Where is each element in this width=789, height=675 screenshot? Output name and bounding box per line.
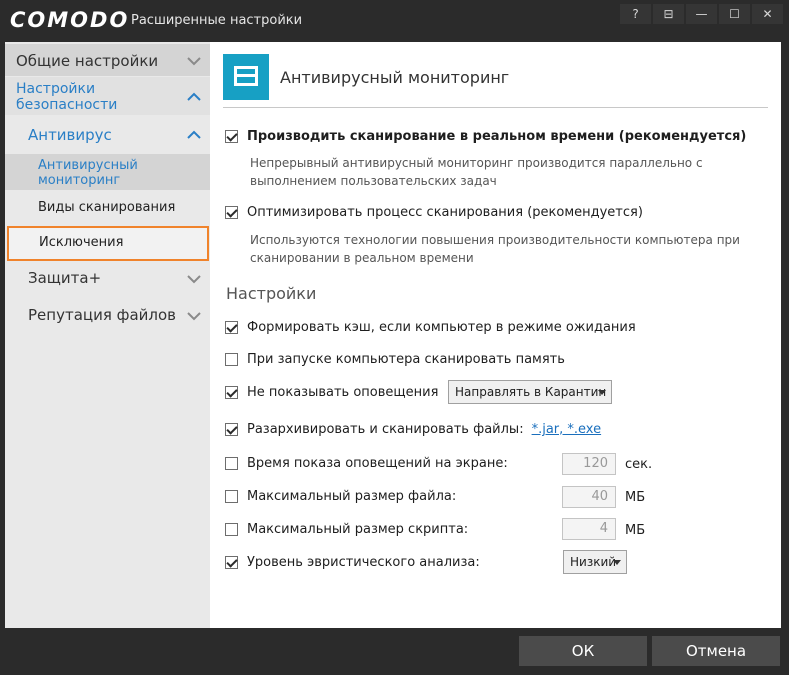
max-script-label: Максимальный размер скрипта: xyxy=(247,522,469,537)
unpack-checkbox[interactable] xyxy=(225,423,238,436)
main-panel: Антивирусный мониторинг Производить скан… xyxy=(210,42,781,628)
sidebar: Общие настройки Настройки безопасности А… xyxy=(5,42,210,628)
scan-memory-label: При запуске компьютера сканировать памят… xyxy=(247,352,565,367)
chevron-down-icon xyxy=(187,57,201,66)
dropdown-arrow-icon xyxy=(613,560,621,565)
sidebar-item-label: Общие настройки xyxy=(16,52,159,70)
alert-time-label: Время показа оповещений на экране: xyxy=(247,456,508,471)
realtime-scan-option[interactable]: Производить сканирование в реальном врем… xyxy=(225,129,746,144)
no-alerts-checkbox[interactable] xyxy=(225,386,238,399)
heuristics-label: Уровень эвристического анализа: xyxy=(247,555,480,570)
close-icon[interactable]: ✕ xyxy=(752,4,783,24)
alert-action-value: Направлять в Карантин xyxy=(455,385,607,399)
chevron-down-icon xyxy=(187,275,201,284)
help-icon[interactable]: ? xyxy=(620,4,651,24)
settings-window: Общие настройки Настройки безопасности А… xyxy=(5,42,781,628)
settings-section-title: Настройки xyxy=(226,284,317,303)
alert-time-unit: сек. xyxy=(625,457,653,472)
sidebar-item-label: Репутация файлов xyxy=(28,306,177,324)
alert-action-dropdown[interactable]: Направлять в Карантин xyxy=(448,380,612,404)
title-bar: COMODO Расширенные настройки ? ⊟ — ☐ ✕ xyxy=(0,0,789,42)
divider xyxy=(223,107,768,108)
max-file-checkbox[interactable] xyxy=(225,490,238,503)
sidebar-item-antivirus[interactable]: Антивирус xyxy=(5,119,210,149)
cancel-button[interactable]: Отмена xyxy=(652,636,780,666)
minimize-to-tray-icon[interactable]: ⊟ xyxy=(653,4,684,24)
sidebar-item-label: Защита+ xyxy=(28,269,102,287)
heuristics-checkbox[interactable] xyxy=(225,556,238,569)
max-script-option[interactable]: Максимальный размер скрипта: xyxy=(225,522,468,537)
optimize-scan-label: Оптимизировать процесс сканирования (рек… xyxy=(247,205,643,220)
sidebar-item-label: Антивирус xyxy=(28,126,112,144)
max-file-label: Максимальный размер файла: xyxy=(247,489,457,504)
scan-memory-option[interactable]: При запуске компьютера сканировать памят… xyxy=(225,352,565,367)
minimize-icon[interactable]: — xyxy=(686,4,717,24)
maximize-icon[interactable]: ☐ xyxy=(719,4,750,24)
window-title: Расширенные настройки xyxy=(131,13,303,28)
sidebar-item-protection[interactable]: Защита+ xyxy=(5,266,210,292)
alert-time-checkbox[interactable] xyxy=(225,457,238,470)
realtime-scan-description: Непрерывный антивирусный мониторинг прои… xyxy=(250,156,703,188)
optimize-scan-description: Используются технологии повышения произв… xyxy=(250,233,740,265)
sidebar-item-file-reputation[interactable]: Репутация файлов xyxy=(5,303,210,329)
no-alerts-label: Не показывать оповещения xyxy=(247,385,439,400)
max-script-unit: МБ xyxy=(625,523,646,538)
alert-time-option[interactable]: Время показа оповещений на экране: xyxy=(225,456,508,471)
optimize-scan-option[interactable]: Оптимизировать процесс сканирования (рек… xyxy=(225,205,643,220)
chevron-up-icon xyxy=(187,92,201,101)
unpack-extensions-link[interactable]: *.jar, *.exe xyxy=(532,422,602,437)
chevron-down-icon xyxy=(187,312,201,321)
footer: ОК Отмена xyxy=(0,628,789,675)
max-file-input[interactable]: 40 xyxy=(562,486,616,508)
max-file-unit: МБ xyxy=(625,490,646,505)
scan-memory-checkbox[interactable] xyxy=(225,353,238,366)
monitor-icon xyxy=(223,54,269,100)
optimize-scan-checkbox[interactable] xyxy=(225,206,238,219)
max-script-checkbox[interactable] xyxy=(225,523,238,536)
sidebar-item-general[interactable]: Общие настройки xyxy=(5,44,210,76)
sidebar-item-label: Настройки безопасности xyxy=(16,81,118,113)
sidebar-item-label: Виды сканирования xyxy=(38,200,176,215)
page-title: Антивирусный мониторинг xyxy=(280,68,510,87)
sidebar-item-exclusions[interactable]: Исключения xyxy=(7,226,209,261)
sidebar-item-label: Антивирусный мониторинг xyxy=(38,158,138,188)
alert-time-input[interactable]: 120 xyxy=(562,453,616,475)
dropdown-arrow-icon xyxy=(598,390,606,395)
no-alerts-option[interactable]: Не показывать оповещения xyxy=(225,385,438,400)
sidebar-item-av-monitoring[interactable]: Антивирусный мониторинг xyxy=(5,154,210,190)
comodo-logo: COMODO xyxy=(10,8,130,32)
sidebar-item-label: Исключения xyxy=(39,235,124,250)
cache-checkbox[interactable] xyxy=(225,321,238,334)
realtime-scan-checkbox[interactable] xyxy=(225,130,238,143)
ok-button[interactable]: ОК xyxy=(519,636,647,666)
chevron-up-icon xyxy=(187,130,201,139)
max-file-option[interactable]: Максимальный размер файла: xyxy=(225,489,456,504)
realtime-scan-label: Производить сканирование в реальном врем… xyxy=(247,129,747,144)
sidebar-item-scan-types[interactable]: Виды сканирования xyxy=(5,197,210,221)
cache-label: Формировать кэш, если компьютер в режиме… xyxy=(247,320,636,335)
heuristics-level-value: Низкий xyxy=(570,555,617,569)
heuristics-level-dropdown[interactable]: Низкий xyxy=(563,550,627,574)
sidebar-item-security[interactable]: Настройки безопасности xyxy=(5,77,210,115)
unpack-label: Разархивировать и сканировать файлы: xyxy=(247,422,524,437)
unpack-option[interactable]: Разархивировать и сканировать файлы: *.j… xyxy=(225,422,601,437)
cache-option[interactable]: Формировать кэш, если компьютер в режиме… xyxy=(225,320,636,335)
window-controls: ? ⊟ — ☐ ✕ xyxy=(618,4,783,24)
max-script-input[interactable]: 4 xyxy=(562,518,616,540)
heuristics-option[interactable]: Уровень эвристического анализа: xyxy=(225,555,480,570)
